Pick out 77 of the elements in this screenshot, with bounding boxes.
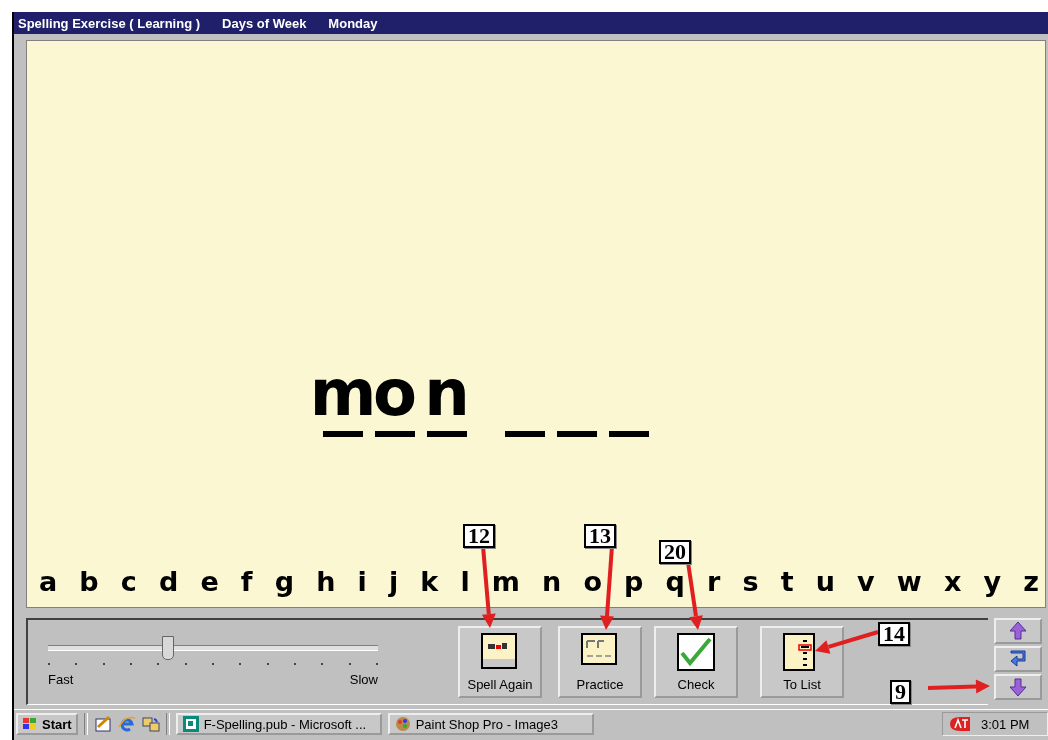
- word-card-icon: [481, 633, 519, 671]
- slider-label: Fast: [48, 672, 74, 687]
- tick-mark: [266, 663, 269, 665]
- tick-mark: [375, 663, 378, 665]
- return-arrow-icon: [1009, 649, 1027, 669]
- typed-letter: o: [373, 361, 417, 425]
- callout-number: 14: [878, 622, 910, 646]
- up-arrow-icon: [1009, 621, 1027, 641]
- letter-key[interactable]: i: [357, 566, 367, 597]
- letter-key[interactable]: r: [707, 566, 721, 597]
- window-title: Days of Week: [222, 15, 307, 31]
- callout-number: 13: [584, 524, 616, 548]
- tick-mark: [321, 663, 324, 665]
- tick-mark: [211, 663, 214, 665]
- tick-mark: [293, 663, 296, 665]
- clock: 3:01 PM: [981, 716, 1030, 732]
- letter-key[interactable]: u: [815, 566, 835, 597]
- letter-key[interactable]: x: [943, 566, 962, 597]
- nav-button[interactable]: [994, 674, 1042, 700]
- letter-key[interactable]: y: [983, 566, 1002, 597]
- desktop-pen-icon[interactable]: [93, 715, 112, 733]
- typed-letter: n: [424, 361, 470, 425]
- browser-icon[interactable]: [117, 715, 136, 733]
- letter-key[interactable]: w: [896, 566, 922, 597]
- callout-arrow: [927, 679, 990, 694]
- callout-arrow: [815, 630, 879, 654]
- tick-mark: [184, 663, 187, 665]
- callout-number: 20: [659, 540, 691, 564]
- letter-key[interactable]: l: [460, 566, 470, 597]
- nav-button[interactable]: [994, 646, 1042, 672]
- taskbar-task[interactable]: F-Spelling.pub - Microsoft ...: [175, 713, 382, 735]
- windows-logo-icon: [22, 717, 38, 731]
- tray-logo-icon: [949, 716, 971, 732]
- tick-mark: [48, 663, 50, 665]
- start-button[interactable]: Start: [16, 713, 78, 735]
- letter-key[interactable]: c: [120, 566, 137, 597]
- down-arrow-icon: [1009, 677, 1027, 697]
- toolbar-button[interactable]: To List: [760, 626, 844, 698]
- tick-mark: [157, 663, 160, 665]
- letter-key[interactable]: g: [274, 566, 295, 597]
- letter-key[interactable]: j: [388, 566, 399, 597]
- nav-button[interactable]: [994, 618, 1042, 644]
- sync-folders-icon[interactable]: [141, 715, 160, 733]
- letter-key[interactable]: m: [491, 566, 520, 597]
- window-title: Monday: [328, 15, 378, 31]
- slider-label: Slow: [349, 672, 378, 687]
- letter-key[interactable]: p: [624, 566, 644, 597]
- toolbar-button[interactable]: Practice: [558, 626, 642, 698]
- letter-key[interactable]: v: [857, 566, 875, 597]
- toolbar-button[interactable]: Check: [654, 626, 738, 698]
- callout-number: 9: [890, 680, 911, 704]
- window-title: Spelling Exercise ( Learning ): [18, 15, 201, 31]
- tick-mark: [239, 663, 242, 665]
- tick-mark: [130, 663, 132, 665]
- letter-key[interactable]: t: [780, 566, 794, 597]
- letter-key[interactable]: k: [420, 566, 439, 597]
- letter-key[interactable]: o: [583, 566, 602, 597]
- slider-thumb[interactable]: [161, 636, 174, 660]
- checkmark-icon: [677, 633, 715, 671]
- letter-key[interactable]: f: [240, 566, 253, 597]
- letter-key[interactable]: q: [665, 566, 685, 597]
- letter-key[interactable]: s: [742, 566, 759, 597]
- letter-key[interactable]: e: [200, 566, 219, 597]
- callout-number: 12: [463, 524, 495, 548]
- letter-key[interactable]: h: [316, 566, 336, 597]
- toolbar-button[interactable]: Spell Again: [458, 626, 542, 698]
- letter-key[interactable]: d: [158, 566, 179, 597]
- letter-key[interactable]: z: [1023, 566, 1039, 597]
- letter-key[interactable]: a: [39, 566, 58, 597]
- letter-key[interactable]: b: [79, 566, 99, 597]
- tick-mark: [348, 663, 351, 665]
- publisher-icon: [181, 715, 200, 733]
- taskbar-task[interactable]: Paint Shop Pro - Image3: [387, 713, 594, 735]
- palette-icon: [393, 715, 412, 733]
- tick-mark: [102, 663, 105, 665]
- tick-mark: [75, 663, 78, 665]
- letter-key[interactable]: n: [542, 566, 562, 597]
